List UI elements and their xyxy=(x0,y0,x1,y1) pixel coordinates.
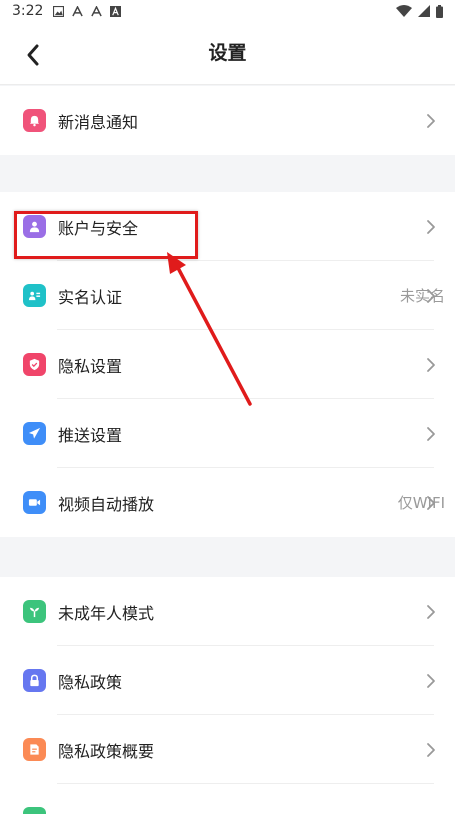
shield-icon xyxy=(23,353,46,376)
page-title: 设置 xyxy=(208,42,247,64)
chevron-right-icon xyxy=(427,113,435,128)
settings-item-value: 未实名 xyxy=(399,287,445,305)
chevron-right-icon xyxy=(427,742,435,757)
text-notification-icon xyxy=(91,5,103,16)
settings-item-label: 实名认证 xyxy=(58,287,123,307)
settings-item-label: 新消息通知 xyxy=(58,112,139,132)
text-notification-icon xyxy=(72,5,84,16)
settings-item-label: 推送设置 xyxy=(58,425,123,445)
settings-item-label: 未成年人模式 xyxy=(58,603,155,623)
settings-item-push-settings[interactable]: 推送设置 xyxy=(0,399,455,468)
chevron-right-icon xyxy=(427,426,435,441)
chevron-right-icon xyxy=(427,673,435,688)
settings-item-value: 仅WIFI xyxy=(397,494,445,512)
settings-item-label: 隐私政策 xyxy=(58,672,123,692)
video-icon xyxy=(23,491,46,514)
status-time: 3:22 xyxy=(12,3,44,19)
image-notification-icon xyxy=(53,5,65,17)
settings-item-privacy-policy-summary[interactable]: 隐私政策概要 xyxy=(0,715,455,784)
chevron-right-icon xyxy=(427,288,435,303)
font-notification-icon xyxy=(110,5,122,17)
settings-item-privacy-policy[interactable]: 隐私政策 xyxy=(0,646,455,715)
settings-group-account: 账户与安全 实名认证 未实名 隐私设置 推送设置 视频自动播放 仅WIFI xyxy=(0,192,455,537)
settings-item-minor-mode[interactable]: 未成年人模式 xyxy=(0,577,455,646)
chevron-right-icon xyxy=(427,495,435,510)
sprout-icon xyxy=(23,600,46,623)
wifi-icon xyxy=(396,5,412,17)
partial-item-icon xyxy=(23,807,46,814)
paper-plane-icon xyxy=(23,422,46,445)
settings-item-privacy-settings[interactable]: 隐私设置 xyxy=(0,330,455,399)
chevron-right-icon xyxy=(427,357,435,372)
id-card-icon xyxy=(23,284,46,307)
settings-item-real-name-verification[interactable]: 实名认证 未实名 xyxy=(0,261,455,330)
chevron-right-icon xyxy=(427,219,435,234)
lock-icon xyxy=(23,669,46,692)
settings-item-label: 账户与安全 xyxy=(58,218,139,238)
chevron-right-icon xyxy=(427,604,435,619)
person-icon xyxy=(23,215,46,238)
battery-icon xyxy=(436,4,443,18)
settings-group-policy: 未成年人模式 隐私政策 隐私政策概要 xyxy=(0,577,455,814)
settings-item-partial[interactable] xyxy=(0,784,455,814)
signal-icon xyxy=(418,5,430,17)
settings-group-notifications: 新消息通知 xyxy=(0,86,455,155)
settings-item-video-autoplay[interactable]: 视频自动播放 仅WIFI xyxy=(0,468,455,537)
settings-item-new-message-notification[interactable]: 新消息通知 xyxy=(0,86,455,155)
status-bar: 3:22 xyxy=(0,0,455,22)
document-icon xyxy=(23,738,46,761)
settings-item-label: 隐私政策概要 xyxy=(58,741,155,761)
settings-item-account-security[interactable]: 账户与安全 xyxy=(0,192,455,261)
settings-item-label: 隐私设置 xyxy=(58,356,123,376)
settings-item-label: 视频自动播放 xyxy=(58,494,155,514)
bell-icon xyxy=(23,109,46,132)
nav-bar: 设置 xyxy=(0,22,455,85)
